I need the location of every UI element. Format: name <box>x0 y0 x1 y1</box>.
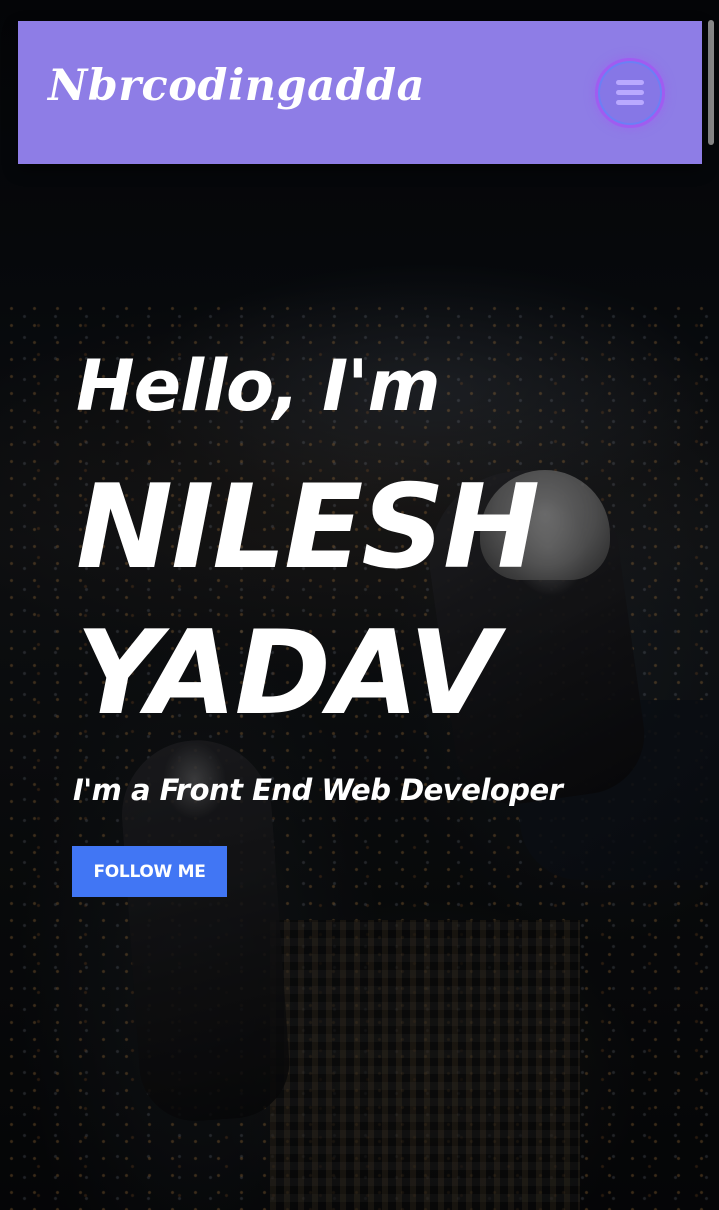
follow-me-button[interactable]: FOLLOW ME <box>72 846 227 897</box>
navbar: Nbrcodingadda <box>18 21 702 164</box>
brand-logo-text[interactable]: Nbrcodingadda <box>48 61 425 111</box>
hamburger-menu-icon <box>616 80 644 106</box>
hero-greeting: Hello, I'm <box>76 345 441 427</box>
hero-name-last: YADAV <box>76 606 499 741</box>
page: Nbrcodingadda Hello, I'm NILESH YADAV I'… <box>0 0 719 1210</box>
hero-name: NILESH YADAV <box>76 455 596 747</box>
page-scrollbar[interactable] <box>708 20 714 145</box>
hero-role: I'm a Front End Web Developer <box>73 773 563 807</box>
hero-name-first: NILESH <box>76 460 540 595</box>
menu-toggle-button[interactable] <box>595 58 665 128</box>
